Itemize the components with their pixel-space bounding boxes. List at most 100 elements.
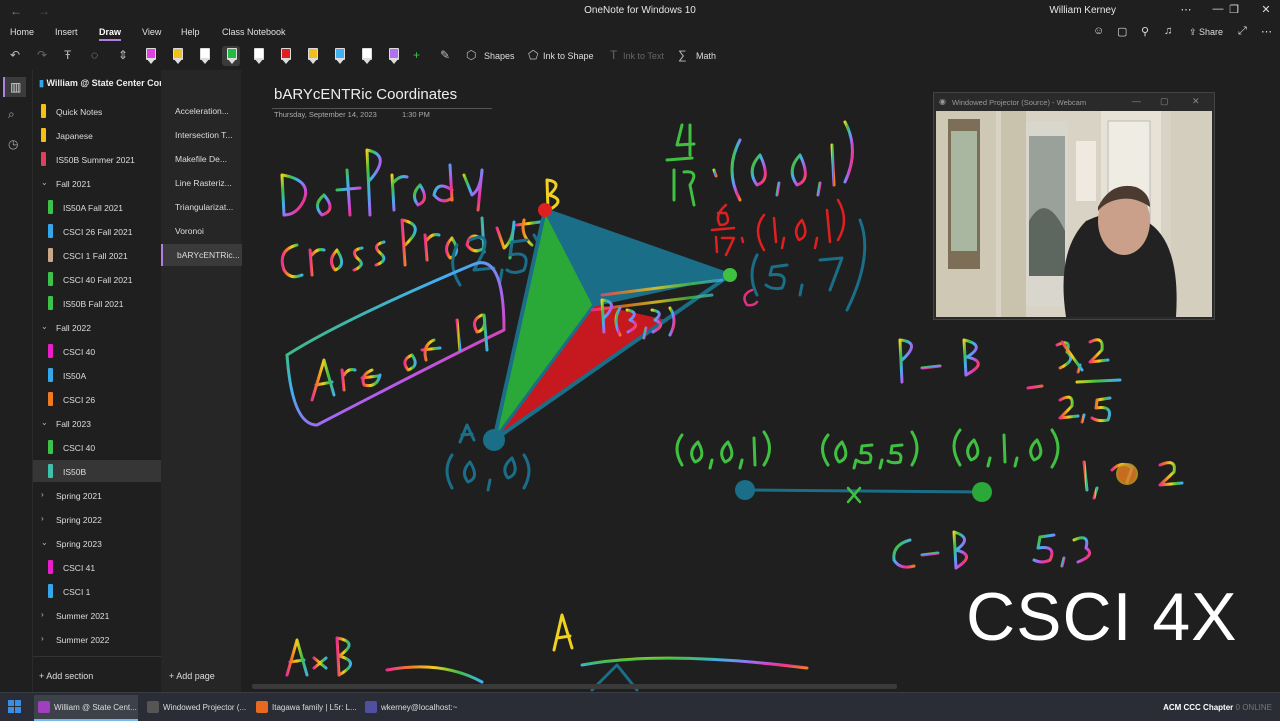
share-button[interactable]: ⇪ Share <box>1189 27 1223 38</box>
tray-status: 0 ONLINE <box>1235 703 1272 712</box>
pen-10-icon[interactable] <box>384 46 402 66</box>
menu-view[interactable]: View <box>142 27 161 37</box>
section-group[interactable]: › Spring 2021 <box>33 484 161 506</box>
section-item[interactable]: CSCI 40 <box>33 340 161 362</box>
section-item[interactable]: Japanese <box>33 124 161 146</box>
ink-to-shape-button[interactable]: Ink to Shape <box>543 51 594 61</box>
recent-icon[interactable]: ◷ <box>8 137 18 151</box>
pen-tip <box>173 58 183 64</box>
section-group[interactable]: ⌄ Spring 2023 <box>33 532 161 554</box>
ink-replay-icon[interactable]: ✎ <box>440 48 450 62</box>
pin-icon[interactable]: ⚲ <box>1141 25 1149 38</box>
webcam-window[interactable]: ◉ Windowed Projector (Source) - Webcam —… <box>933 92 1215 320</box>
nav-rail: ▥ ⌕ ◷ <box>0 70 33 692</box>
page-item[interactable]: Line Rasteriz... <box>161 172 241 194</box>
number-line-end <box>972 482 992 502</box>
page-item[interactable]: bARYcENTRic... <box>161 244 243 266</box>
search-icon[interactable]: ⌕ <box>8 107 15 122</box>
page-item[interactable]: Acceleration... <box>161 100 241 122</box>
taskbar-app[interactable]: Windowed Projector (... <box>143 695 247 719</box>
webcam-close-icon[interactable]: ✕ <box>1192 96 1200 107</box>
menu-help[interactable]: Help <box>181 27 200 37</box>
webcam-maximize-icon[interactable]: ▢ <box>1160 96 1169 107</box>
user-name[interactable]: William Kerney <box>1049 5 1116 16</box>
ink-to-text-icon[interactable]: T <box>610 48 617 62</box>
windows-start-icon[interactable] <box>8 700 22 714</box>
pen-7-icon[interactable] <box>303 46 321 66</box>
section-item[interactable]: IS50A Fall 2021 <box>33 196 161 218</box>
section-item[interactable]: CSCI 40 Fall 2021 <box>33 268 161 290</box>
taskbar-app[interactable]: wkerney@localhost:~ <box>361 695 465 719</box>
page-item[interactable]: Intersection T... <box>161 124 241 146</box>
pen-4-icon[interactable] <box>222 46 240 66</box>
ink-to-shape-icon[interactable]: ⬠ <box>528 48 538 62</box>
math-button[interactable]: Math <box>696 51 716 61</box>
section-item[interactable]: CSCI 26 <box>33 388 161 410</box>
sticky-notes-icon[interactable]: ☺ <box>1093 25 1104 37</box>
pen-8-icon[interactable] <box>330 46 348 66</box>
undo-icon[interactable]: ↶ <box>10 48 20 62</box>
pen-3-icon[interactable] <box>195 46 213 66</box>
pen-1-icon[interactable] <box>141 46 159 66</box>
section-item[interactable]: IS50B Summer 2021 <box>33 148 161 170</box>
tray-text: ACM CCC Chapter <box>1163 703 1234 712</box>
page-label: bARYcENTRic... <box>177 250 240 260</box>
webcam-minimize-icon[interactable]: — <box>1132 96 1141 106</box>
taskbar-app-label: wkerney@localhost:~ <box>381 703 458 712</box>
notebook-icon[interactable]: ▢ <box>1117 25 1127 38</box>
tray-area[interactable]: ACM CCC Chapter 0 ONLINE <box>1163 703 1272 712</box>
section-group[interactable]: › Summer 2021 <box>33 604 161 626</box>
add-page-button[interactable]: + Add page <box>169 671 215 681</box>
ink-to-text-button[interactable]: Ink to Text <box>623 51 664 61</box>
page-item[interactable]: Makefile De... <box>161 148 241 170</box>
page-item[interactable]: Triangularizat... <box>161 196 241 218</box>
add-pen-icon[interactable]: + <box>413 48 420 62</box>
more-icon[interactable]: ⋯ <box>1261 25 1272 38</box>
page-item[interactable]: Voronoi <box>161 220 241 242</box>
redo-icon[interactable]: ↷ <box>37 48 47 62</box>
taskbar-app[interactable]: Itagawa family | L5r: L... <box>252 695 357 719</box>
page-label: Makefile De... <box>175 154 227 164</box>
taskbar-app[interactable]: William @ State Cent... <box>34 695 138 721</box>
menu-insert[interactable]: Insert <box>55 27 78 37</box>
type-select-icon[interactable]: Ŧ <box>64 48 71 62</box>
pen-tip <box>308 58 318 64</box>
chevron-down-icon: ⌄ <box>41 178 48 187</box>
section-item[interactable]: CSCI 40 <box>33 436 161 458</box>
app-icon <box>147 701 159 713</box>
section-item[interactable]: CSCI 1 <box>33 580 161 602</box>
menu-draw[interactable]: Draw <box>99 27 122 41</box>
shapes-icon[interactable]: ⬡ <box>466 48 476 62</box>
pen-6-icon[interactable] <box>276 46 294 66</box>
section-item[interactable]: IS50A <box>33 364 161 386</box>
close-icon[interactable]: ✕ <box>1252 3 1280 16</box>
add-section-button[interactable]: + Add section <box>39 671 93 681</box>
section-item[interactable]: IS50B Fall 2021 <box>33 292 161 314</box>
section-group[interactable]: ⌄ Fall 2023 <box>33 412 161 434</box>
lasso-select-icon[interactable]: ◌ <box>91 48 98 62</box>
add-space-icon[interactable]: ⇕ <box>118 48 128 62</box>
more-options-icon[interactable]: ⋯ <box>1172 3 1200 16</box>
menu-home[interactable]: Home <box>10 27 34 37</box>
shapes-button[interactable]: Shapes <box>484 51 515 61</box>
maximize-icon[interactable]: ❐ <box>1220 3 1248 16</box>
pen-9-icon[interactable] <box>357 46 375 66</box>
section-item[interactable]: CSCI 41 <box>33 556 161 578</box>
section-group[interactable]: › Spring 2022 <box>33 508 161 530</box>
page-label: Intersection T... <box>175 130 233 140</box>
expand-icon[interactable]: ⤢ <box>1238 25 1247 38</box>
section-item[interactable]: CSCI 1 Fall 2021 <box>33 244 161 266</box>
webcam-titlebar[interactable]: ◉ Windowed Projector (Source) - Webcam —… <box>934 93 1214 110</box>
menu-class-notebook[interactable]: Class Notebook <box>222 27 286 37</box>
section-group[interactable]: ⌄ Fall 2022 <box>33 316 161 338</box>
section-group[interactable]: ⌄ Fall 2021 <box>33 172 161 194</box>
section-item[interactable]: Quick Notes <box>33 100 161 122</box>
bell-icon[interactable]: ♫ <box>1164 25 1172 37</box>
pen-5-icon[interactable] <box>249 46 267 66</box>
section-item[interactable]: IS50B <box>33 460 161 482</box>
pen-2-icon[interactable] <box>168 46 186 66</box>
math-icon[interactable]: ∑ <box>678 48 687 62</box>
section-group[interactable]: › Summer 2022 <box>33 628 161 650</box>
notebooks-icon[interactable]: ▥ <box>3 77 27 97</box>
section-item[interactable]: CSCI 26 Fall 2021 <box>33 220 161 242</box>
